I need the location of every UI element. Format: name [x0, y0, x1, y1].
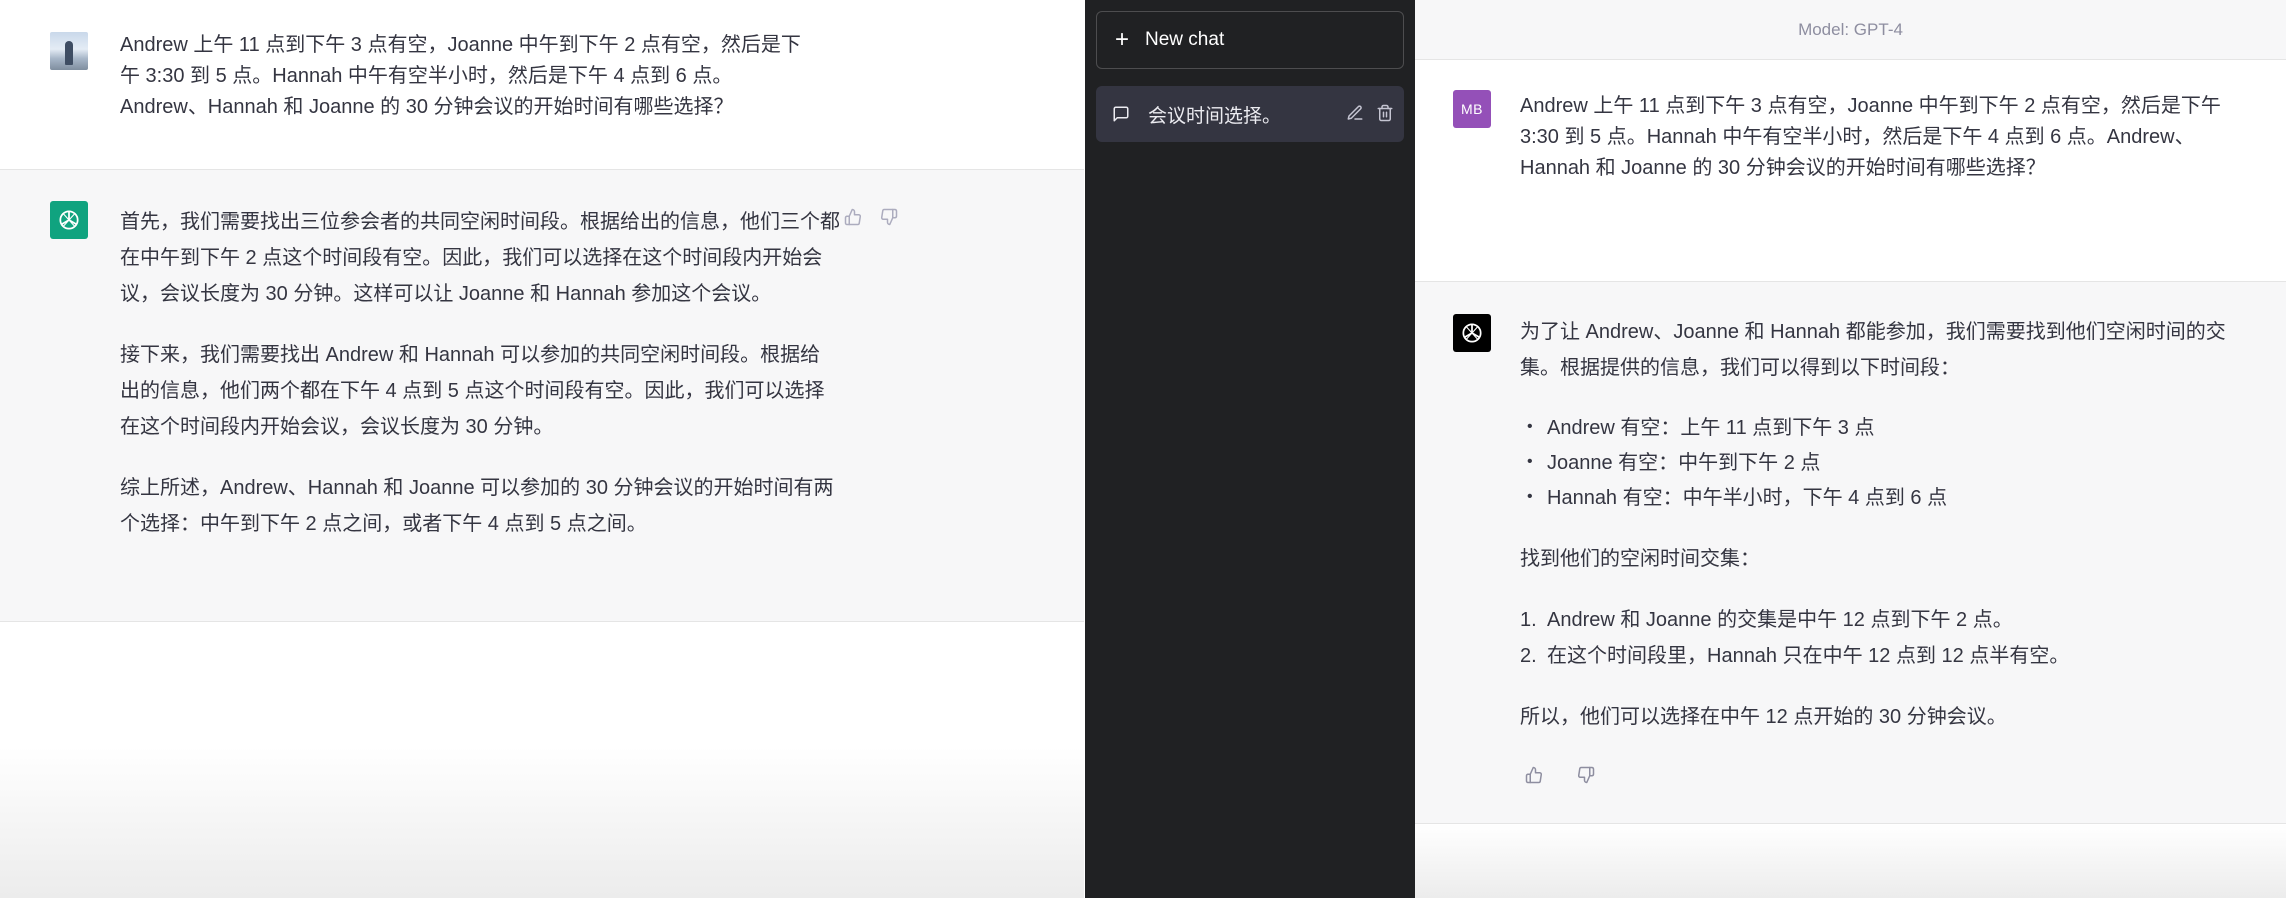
thumbs-down-icon[interactable]	[878, 206, 900, 228]
openai-logo-icon	[1453, 314, 1491, 352]
thumbs-up-icon[interactable]	[842, 206, 864, 228]
assistant-paragraph: 首先，我们需要找出三位参会者的共同空闲时间段。根据给出的信息，他们三个都在中午到…	[120, 211, 840, 305]
openai-logo-icon	[50, 201, 88, 239]
trash-icon[interactable]	[1376, 104, 1394, 128]
list-item: 2. 在这个时间段里，Hannah 只在中午 12 点到 12 点半有空。	[1520, 638, 2250, 674]
user-message-text: Andrew 上午 11 点到下午 3 点有空，Joanne 中午到下午 2 点…	[1520, 95, 2221, 179]
assistant-message-row: 为了让 Andrew、Joanne 和 Hannah 都能参加，我们需要找到他们…	[1415, 282, 2286, 824]
new-chat-button[interactable]: + New chat	[1096, 11, 1404, 69]
conversation-actions	[1346, 104, 1394, 128]
user-message-row: MB Andrew 上午 11 点到下午 3 点有空，Joanne 中午到下午 …	[1415, 60, 2286, 282]
thumbs-down-icon[interactable]	[1575, 764, 1597, 786]
conversation-item[interactable]: 会议时间选择。	[1096, 86, 1404, 142]
left-chat-panel: Andrew 上午 11 点到下午 3 点有空，Joanne 中午到下午 2 点…	[0, 0, 1084, 898]
list-item: Joanne 有空：中午到下午 2 点	[1520, 444, 2250, 481]
assistant-message-text: 为了让 Andrew、Joanne 和 Hannah 都能参加，我们需要找到他们…	[1520, 314, 2250, 760]
right-chat-panel: Model: GPT-4 MB Andrew 上午 11 点到下午 3 点有空，…	[1415, 0, 2286, 898]
intersection-list: 1. Andrew 和 Joanne 的交集是中午 12 点到下午 2 点。 2…	[1520, 602, 2250, 674]
list-number: 1.	[1520, 609, 1537, 631]
list-item: Hannah 有空：中午半小时，下午 4 点到 6 点	[1520, 479, 2250, 516]
chat-bubble-icon	[1112, 105, 1130, 123]
assistant-message-row: 首先，我们需要找出三位参会者的共同空闲时间段。根据给出的信息，他们三个都在中午到…	[0, 170, 1084, 622]
assistant-paragraph: 接下来，我们需要找出 Andrew 和 Hannah 可以参加的共同空闲时间段。…	[120, 344, 825, 438]
assistant-middle: 找到他们的空闲时间交集：	[1520, 548, 1760, 570]
conversation-title: 会议时间选择。	[1148, 105, 1282, 127]
assistant-conclusion: 所以，他们可以选择在中午 12 点开始的 30 分钟会议。	[1520, 706, 2007, 728]
feedback-buttons	[1523, 764, 1597, 786]
feedback-buttons	[842, 206, 900, 228]
assistant-paragraph: 综上所述，Andrew、Hannah 和 Joanne 可以参加的 30 分钟会…	[120, 477, 834, 535]
assistant-intro: 为了让 Andrew、Joanne 和 Hannah 都能参加，我们需要找到他们…	[1520, 321, 2226, 379]
assistant-message-text: 首先，我们需要找出三位参会者的共同空闲时间段。根据给出的信息，他们三个都在中午到…	[120, 204, 840, 567]
list-item: 1. Andrew 和 Joanne 的交集是中午 12 点到下午 2 点。	[1520, 602, 2250, 638]
list-item: Andrew 有空：上午 11 点到下午 3 点	[1520, 409, 2250, 446]
edit-icon[interactable]	[1346, 104, 1364, 128]
user-avatar	[50, 32, 88, 70]
list-text: Andrew 和 Joanne 的交集是中午 12 点到下午 2 点。	[1547, 609, 2013, 631]
user-message-row: Andrew 上午 11 点到下午 3 点有空，Joanne 中午到下午 2 点…	[0, 0, 1084, 170]
model-label: Model: GPT-4	[1415, 0, 2286, 60]
list-text: 在这个时间段里，Hannah 只在中午 12 点到 12 点半有空。	[1547, 645, 2070, 667]
plus-icon: +	[1115, 26, 1130, 53]
availability-list: Andrew 有空：上午 11 点到下午 3 点 Joanne 有空：中午到下午…	[1520, 409, 2250, 516]
thumbs-up-icon[interactable]	[1523, 764, 1545, 786]
user-message-text: Andrew 上午 11 点到下午 3 点有空，Joanne 中午到下午 2 点…	[120, 34, 801, 118]
empty-chat-area	[0, 622, 1084, 898]
new-chat-label: New chat	[1145, 29, 1225, 50]
user-avatar: MB	[1453, 90, 1491, 128]
list-number: 2.	[1520, 645, 1537, 667]
empty-chat-area	[1415, 824, 2286, 898]
sidebar: + New chat 会议时间选择。	[1085, 0, 1415, 898]
